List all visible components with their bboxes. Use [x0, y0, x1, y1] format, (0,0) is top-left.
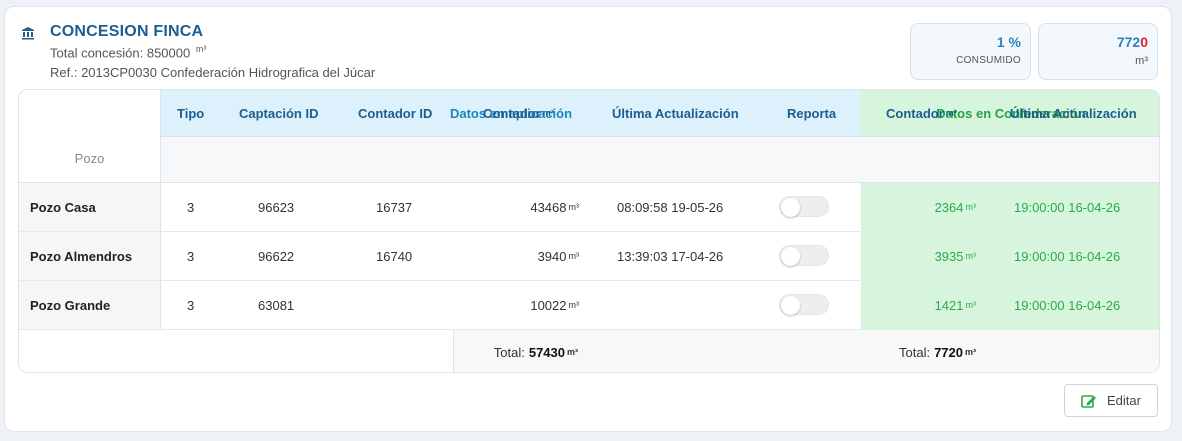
row-captacion: 96623 [258, 199, 295, 215]
row-contador: 3940 m³ [537, 248, 579, 264]
col-captacion: Captación ID [239, 105, 319, 121]
row-conf-ultima: 19:00:00 16-04-26 [1014, 199, 1121, 215]
row-contador-id: 16737 [376, 199, 413, 215]
totals-row: Total: 57430 m³ Total: 7720 m³ [19, 330, 1159, 372]
edit-button[interactable]: Editar [1064, 384, 1158, 417]
row-tipo: 3 [187, 248, 195, 264]
row-ultima: 08:09:58 19-05-26 [617, 199, 724, 215]
consumed-label: CONSUMIDO [956, 55, 1021, 66]
row-conf-contador: 2364 m³ [934, 199, 976, 215]
edit-icon [1081, 394, 1097, 408]
total-app: Total: 57430 m³ [493, 344, 578, 360]
table-row: Pozo Almendros 3 96622 16740 3940 m³ 13:3… [19, 232, 1159, 281]
col-tipo: Tipo [177, 105, 205, 121]
volume-stat: 7720 m³ [1038, 23, 1158, 80]
col-contador-id: Contador ID [358, 105, 433, 121]
reporta-toggle[interactable] [779, 196, 829, 217]
col-pozo: Pozo [19, 90, 161, 183]
concession-card: CONCESION FINCA Total concesión: 850000 … [4, 6, 1172, 432]
row-conf-ultima: 19:00:00 16-04-26 [1014, 297, 1121, 313]
consumed-value: 1 % [996, 34, 1021, 50]
reporta-toggle[interactable] [779, 245, 829, 266]
row-tipo: 3 [187, 199, 195, 215]
wells-table: Pozo Datos en aplicación Datos en Confed… [18, 89, 1160, 373]
concession-title: CONCESION FINCA [50, 23, 204, 40]
consumed-stat: 1 % CONSUMIDO [910, 23, 1031, 80]
row-tipo: 3 [187, 297, 195, 313]
row-contador: 43468 m³ [530, 199, 579, 215]
volume-unit: m³ [1135, 55, 1148, 67]
row-captacion: 63081 [258, 297, 295, 313]
reporta-toggle[interactable] [779, 294, 829, 315]
row-conf-contador: 1421 m³ [934, 297, 976, 313]
total-concession: Total concesión: 850000 m³ [50, 44, 207, 61]
row-contador-id: 16740 [376, 248, 413, 264]
concession-reference: Ref.: 2013CP0030 Confederación Hidrograf… [50, 65, 376, 80]
col-conf-contador: Contador m³ [886, 105, 957, 121]
table-row: Pozo Casa 3 96623 16737 43468 m³ 08:09:58… [19, 183, 1159, 232]
row-pozo: Pozo Almendros [19, 232, 161, 280]
row-pozo: Pozo Casa [19, 183, 161, 231]
col-ultima: Última Actualización [612, 105, 739, 121]
volume-value: 7720 [1116, 34, 1148, 50]
col-reporta: Reporta [787, 105, 837, 121]
col-conf-ultima: Última Actualización [1010, 105, 1137, 121]
col-contador: Contador m³ [483, 105, 554, 121]
row-ultima: 13:39:03 17-04-26 [617, 248, 724, 264]
bank-icon [21, 26, 37, 42]
total-conf: Total: 7720 m³ [899, 344, 976, 360]
row-pozo: Pozo Grande [19, 281, 161, 329]
row-contador: 10022 m³ [530, 297, 579, 313]
edit-label: Editar [1107, 393, 1141, 408]
row-conf-ultima: 19:00:00 16-04-26 [1014, 248, 1121, 264]
row-captacion: 96622 [258, 248, 295, 264]
table-row: Pozo Grande 3 63081 10022 m³ 1421 m³ 19:00… [19, 281, 1159, 330]
row-conf-contador: 3935 m³ [934, 248, 976, 264]
